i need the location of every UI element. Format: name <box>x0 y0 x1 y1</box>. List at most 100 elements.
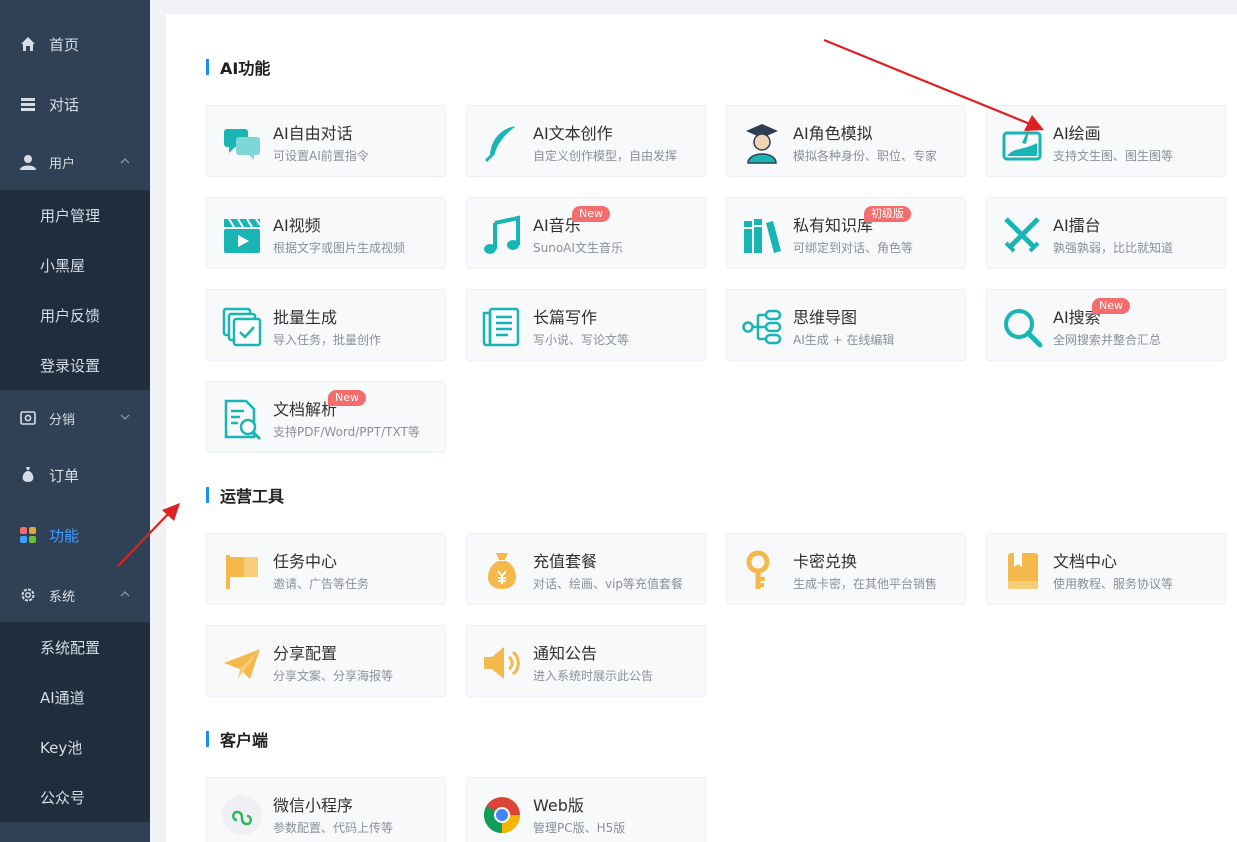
section-title-client: 客户端 <box>206 727 268 751</box>
sidebar-item-label: 用户 <box>49 156 76 172</box>
card-title: AI文本创作 <box>533 124 613 143</box>
sidebar-subitem-ai-channel[interactable]: AI通道 <box>0 672 150 722</box>
money-bag-icon <box>488 553 516 589</box>
sidebar-item-distribution[interactable]: 分销 <box>0 388 150 448</box>
card-ai-role[interactable]: AI角色模拟 模拟各种身份、职位、专家 <box>726 105 966 177</box>
card-desc: 使用教程、服务协议等 <box>1053 577 1174 591</box>
card-ai-chat[interactable]: AI自由对话 可设置AI前置指令 <box>206 105 446 177</box>
list-icon <box>19 95 37 113</box>
card-task-center[interactable]: 任务中心 邀请、广告等任务 <box>206 533 446 605</box>
card-title: AI视频 <box>273 216 321 235</box>
card-desc: 可绑定到对话、角色等 <box>793 241 914 255</box>
sidebar-item-feature[interactable]: 功能 <box>0 505 150 565</box>
card-title: AI自由对话 <box>273 124 353 143</box>
card-notice[interactable]: 通知公告 进入系统时展示此公告 <box>466 625 706 697</box>
system-submenu: 系统配置 AI通道 Key池 公众号 <box>0 622 150 822</box>
chrome-icon <box>483 797 520 834</box>
sidebar-item-label: 对话 <box>49 95 80 114</box>
card-title: 批量生成 <box>273 308 338 327</box>
card-desc: 根据文字或图片生成视频 <box>273 241 406 255</box>
user-icon <box>19 153 37 171</box>
sidebar-item-label: 首页 <box>49 35 80 54</box>
sidebar-item-home[interactable]: 首页 <box>0 14 150 74</box>
money-bag-icon <box>19 466 37 484</box>
card-ai-search[interactable]: AI搜索 全网搜索并整合汇总 New <box>986 289 1226 361</box>
feather-icon <box>484 125 517 163</box>
mindmap-icon <box>742 309 782 345</box>
card-title: AI擂台 <box>1053 216 1101 235</box>
card-mindmap[interactable]: 思维导图 AI生成 + 在线编辑 <box>726 289 966 361</box>
music-note-icon <box>484 215 520 254</box>
card-title: 文档中心 <box>1053 552 1118 571</box>
card-desc: 支持PDF/Word/PPT/TXT等 <box>273 425 420 439</box>
speaker-icon <box>484 647 520 679</box>
tier-badge: 初级版 <box>864 206 911 222</box>
card-desc: 进入系统时展示此公告 <box>533 669 654 683</box>
sidebar-item-label: 订单 <box>49 466 80 485</box>
document-search-icon <box>224 399 262 441</box>
card-desc: 邀请、广告等任务 <box>273 577 370 591</box>
card-desc: 分享文案、分享海报等 <box>273 669 394 683</box>
card-wechat-miniprogram[interactable]: 微信小程序 参数配置、代码上传等 <box>206 777 446 842</box>
card-recharge[interactable]: 充值套餐 对话、绘画、vip等充值套餐 <box>466 533 706 605</box>
card-long-writing[interactable]: 长篇写作 写小说、写论文等 <box>466 289 706 361</box>
new-badge: New <box>328 390 366 406</box>
sidebar-subitem-system-config[interactable]: 系统配置 <box>0 622 150 672</box>
card-doc-parse[interactable]: 文档解析 支持PDF/Word/PPT/TXT等 New <box>206 381 446 453</box>
card-card-key[interactable]: 卡密兑换 生成卡密，在其他平台销售 <box>726 533 966 605</box>
card-title: 长篇写作 <box>533 308 598 327</box>
gear-icon <box>19 586 37 604</box>
card-share-config[interactable]: 分享配置 分享文案、分享海报等 <box>206 625 446 697</box>
sidebar-item-chat[interactable]: 对话 <box>0 74 150 134</box>
card-desc: 对话、绘画、vip等充值套餐 <box>533 577 684 591</box>
distribution-icon <box>19 409 37 427</box>
chevron-up-icon <box>120 158 130 164</box>
sidebar-subitem-key-pool[interactable]: Key池 <box>0 722 150 772</box>
card-desc: 生成卡密，在其他平台销售 <box>793 577 938 591</box>
card-ai-arena[interactable]: AI擂台 孰强孰弱，比比就知道 <box>986 197 1226 269</box>
card-doc-center[interactable]: 文档中心 使用教程、服务协议等 <box>986 533 1226 605</box>
card-ai-video[interactable]: AI视频 根据文字或图片生成视频 <box>206 197 446 269</box>
card-ai-music[interactable]: AI音乐 SunoAI文生音乐 New <box>466 197 706 269</box>
sidebar-subitem-login-settings[interactable]: 登录设置 <box>0 340 150 390</box>
crossed-swords-icon <box>1004 217 1040 253</box>
card-web-version[interactable]: Web版 管理PC版、H5版 <box>466 777 706 842</box>
card-title: 通知公告 <box>533 644 598 663</box>
sidebar: 首页 对话 用户 用户管理 小黑屋 用户反馈 登录设置 分销 订单 功能 系统 … <box>0 0 150 842</box>
sidebar-item-label: 分销 <box>49 412 76 428</box>
sidebar-item-label: 系统 <box>49 589 76 605</box>
new-badge: New <box>1092 298 1130 314</box>
books-icon <box>744 219 781 253</box>
sidebar-subitem-blacklist[interactable]: 小黑屋 <box>0 240 150 290</box>
card-title: 分享配置 <box>273 644 338 663</box>
card-knowledge-base[interactable]: 私有知识库 可绑定到对话、角色等 初级版 <box>726 197 966 269</box>
flag-icon <box>226 555 258 589</box>
card-title: AI绘画 <box>1053 124 1101 143</box>
card-desc: 孰强孰弱，比比就知道 <box>1053 241 1174 255</box>
graduate-icon <box>746 124 778 164</box>
book-icon <box>1008 553 1038 589</box>
sidebar-item-system[interactable]: 系统 <box>0 565 150 625</box>
card-desc: 参数配置、代码上传等 <box>273 821 394 835</box>
sidebar-subitem-official-account[interactable]: 公众号 <box>0 772 150 822</box>
card-desc: 自定义创作模型，自由发挥 <box>533 149 678 163</box>
stacked-check-icon <box>222 307 262 347</box>
section-title-ai: AI功能 <box>206 55 270 79</box>
card-ai-draw[interactable]: AI绘画 支持文生图、图生图等 <box>986 105 1226 177</box>
card-title: 私有知识库 <box>793 216 874 235</box>
card-desc: 模拟各种身份、职位、专家 <box>793 149 938 163</box>
card-batch-generate[interactable]: 批量生成 导入任务，批量创作 <box>206 289 446 361</box>
new-badge: New <box>572 206 610 222</box>
card-title: 思维导图 <box>793 308 858 327</box>
card-desc: 写小说、写论文等 <box>533 333 630 347</box>
section-title-ops: 运营工具 <box>206 483 284 507</box>
chevron-down-icon <box>120 414 130 420</box>
sidebar-subitem-user-manage[interactable]: 用户管理 <box>0 190 150 240</box>
painting-icon <box>1002 125 1042 161</box>
sidebar-subitem-feedback[interactable]: 用户反馈 <box>0 290 150 340</box>
sidebar-item-order[interactable]: 订单 <box>0 445 150 505</box>
paper-plane-icon <box>224 649 260 679</box>
card-ai-text[interactable]: AI文本创作 自定义创作模型，自由发挥 <box>466 105 706 177</box>
sidebar-item-user[interactable]: 用户 <box>0 132 150 192</box>
user-submenu: 用户管理 小黑屋 用户反馈 登录设置 <box>0 190 150 390</box>
